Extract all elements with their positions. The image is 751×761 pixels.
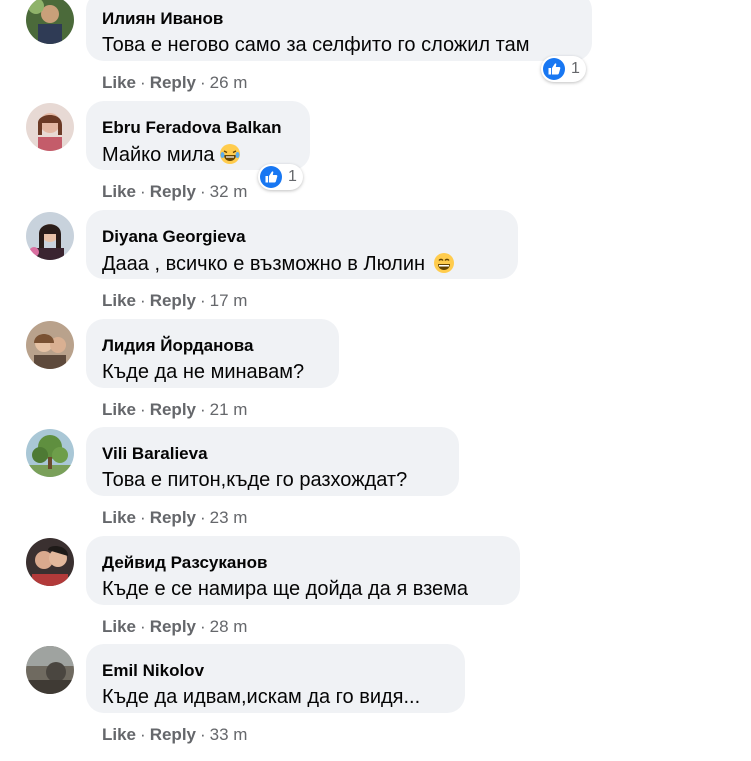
comment-bubble: Ebru Feradova Balkan Майко мила xyxy=(86,101,310,170)
reply-button[interactable]: Reply xyxy=(150,725,196,744)
like-reaction-icon xyxy=(260,166,282,188)
avatar[interactable] xyxy=(26,0,74,44)
comment: Ebru Feradova Balkan Майко мила Like · Rep… xyxy=(0,101,751,218)
separator-dot: · xyxy=(140,725,146,744)
comment-text: Къде да идвам,искам да го видя... xyxy=(102,686,421,708)
comment-timestamp[interactable]: 33 m xyxy=(210,725,248,744)
reply-button[interactable]: Reply xyxy=(150,400,196,419)
comment-author[interactable]: Vili Baralieva xyxy=(102,444,208,464)
like-button[interactable]: Like xyxy=(102,508,136,527)
avatar[interactable] xyxy=(26,429,74,477)
comment: Diyana Georgieva Дааа , всичко е възможн… xyxy=(0,210,751,327)
avatar[interactable] xyxy=(26,646,74,694)
comment: Vili Baralieva Това е питон,къде го разх… xyxy=(0,427,751,544)
comment-actions: Like · Reply · 32 m xyxy=(102,182,247,202)
separator-dot: · xyxy=(200,73,206,92)
separator-dot: · xyxy=(200,400,206,419)
separator-dot: · xyxy=(140,73,146,92)
like-button[interactable]: Like xyxy=(102,725,136,744)
comment-timestamp[interactable]: 28 m xyxy=(210,617,248,636)
comment-text: Къде да не минавам? xyxy=(102,361,305,383)
comment-text: Майко мила xyxy=(102,143,241,167)
like-reaction-icon xyxy=(543,58,565,80)
comment-author[interactable]: Лидия Йорданова xyxy=(102,336,253,356)
comment-bubble: Лидия Йорданова Къде да не минавам? xyxy=(86,319,339,388)
comment-timestamp[interactable]: 32 m xyxy=(210,182,248,201)
comment-bubble: Emil Nikolov Къде да идвам,искам да го в… xyxy=(86,644,465,713)
comment-bubble: Diyana Georgieva Дааа , всичко е възможн… xyxy=(86,210,518,279)
comment-text-content: Майко мила xyxy=(102,144,215,166)
comment-actions: Like · Reply · 28 m xyxy=(102,617,247,637)
separator-dot: · xyxy=(140,508,146,527)
avatar[interactable] xyxy=(26,538,74,586)
reply-button[interactable]: Reply xyxy=(150,291,196,310)
comment-actions: Like · Reply · 23 m xyxy=(102,508,247,528)
comment-text: Това е питон,къде го разхождат? xyxy=(102,469,408,491)
comment-bubble: Илиян Иванов Това е негово само за селфи… xyxy=(86,0,592,61)
comment-actions: Like · Reply · 26 m xyxy=(102,73,247,93)
comment-text: Дааа , всичко е възможно в Люлин xyxy=(102,252,455,276)
comment-text: Това е негово само за селфито го сложил … xyxy=(102,34,530,56)
like-button[interactable]: Like xyxy=(102,400,136,419)
comment-actions: Like · Reply · 17 m xyxy=(102,291,247,311)
comment-actions: Like · Reply · 33 m xyxy=(102,725,247,745)
like-button[interactable]: Like xyxy=(102,73,136,92)
separator-dot: · xyxy=(200,617,206,636)
comment-timestamp[interactable]: 26 m xyxy=(210,73,248,92)
reply-button[interactable]: Reply xyxy=(150,182,196,201)
like-button[interactable]: Like xyxy=(102,291,136,310)
comment-timestamp[interactable]: 21 m xyxy=(210,400,248,419)
comment-text: Къде е се намира ще дойда да я взема xyxy=(102,578,469,600)
reaction-count-label: 1 xyxy=(571,60,580,77)
comment-timestamp[interactable]: 23 m xyxy=(210,508,248,527)
comment-author[interactable]: Дейвид Разсуканов xyxy=(102,553,267,573)
like-button[interactable]: Like xyxy=(102,617,136,636)
separator-dot: · xyxy=(140,400,146,419)
comment-author[interactable]: Diyana Georgieva xyxy=(102,227,246,247)
reaction-count-label: 1 xyxy=(288,168,297,185)
separator-dot: · xyxy=(200,725,206,744)
reply-button[interactable]: Reply xyxy=(150,508,196,527)
separator-dot: · xyxy=(140,617,146,636)
avatar[interactable] xyxy=(26,103,74,151)
comment: Дейвид Разсуканов Къде е се намира ще до… xyxy=(0,536,751,653)
separator-dot: · xyxy=(200,291,206,310)
reply-button[interactable]: Reply xyxy=(150,617,196,636)
separator-dot: · xyxy=(140,291,146,310)
reply-button[interactable]: Reply xyxy=(150,73,196,92)
comment-author[interactable]: Илиян Иванов xyxy=(102,9,223,29)
comment: Илиян Иванов Това е негово само за селфи… xyxy=(0,0,751,109)
avatar[interactable] xyxy=(26,321,74,369)
comment-author[interactable]: Emil Nikolov xyxy=(102,661,204,681)
comment-bubble: Дейвид Разсуканов Къде е се намира ще до… xyxy=(86,536,520,605)
reaction-count[interactable]: 1 xyxy=(258,164,303,190)
separator-dot: · xyxy=(200,182,206,201)
comment: Лидия Йорданова Къде да не минавам? Like… xyxy=(0,319,751,436)
separator-dot: · xyxy=(140,182,146,201)
comment-text-content: Дааа , всичко е възможно в Люлин xyxy=(102,253,426,275)
comment-author[interactable]: Ebru Feradova Balkan xyxy=(102,118,282,138)
reaction-count[interactable]: 1 xyxy=(541,56,586,82)
comment-bubble: Vili Baralieva Това е питон,къде го разх… xyxy=(86,427,459,496)
grinning-emoji xyxy=(434,253,455,273)
like-button[interactable]: Like xyxy=(102,182,136,201)
laughing-tears-emoji xyxy=(219,144,240,164)
separator-dot: · xyxy=(200,508,206,527)
comment-actions: Like · Reply · 21 m xyxy=(102,400,247,420)
comment-timestamp[interactable]: 17 m xyxy=(210,291,248,310)
avatar[interactable] xyxy=(26,212,74,260)
